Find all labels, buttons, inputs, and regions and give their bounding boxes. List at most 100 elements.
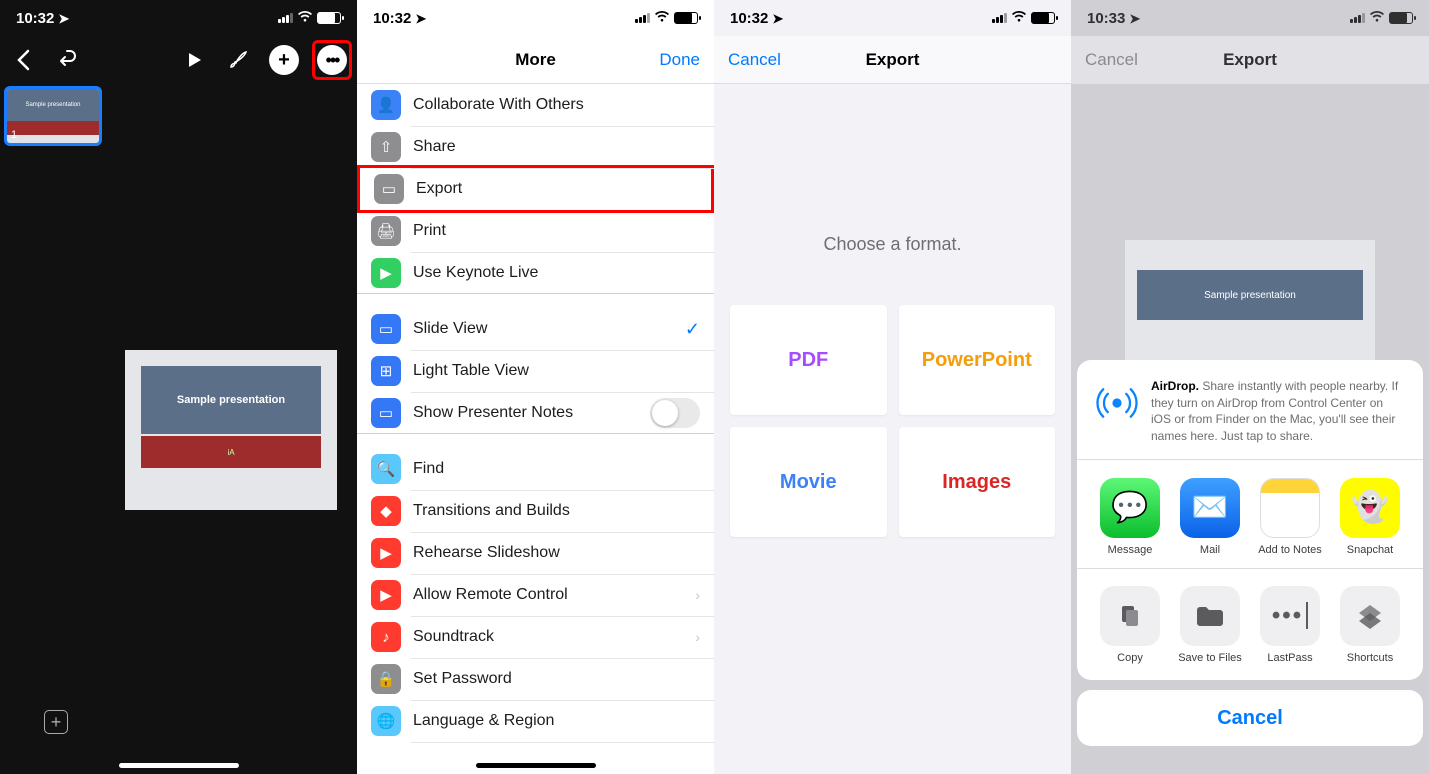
share-actions-row: Copy Save to Files •••LastPass Shortcuts bbox=[1089, 576, 1411, 668]
snapchat-icon: 👻 bbox=[1340, 478, 1400, 538]
format-powerpoint[interactable]: PowerPoint bbox=[899, 305, 1056, 415]
play-icon[interactable] bbox=[181, 47, 207, 73]
brush-icon[interactable] bbox=[225, 47, 251, 73]
light-table-icon: ⊞ bbox=[371, 356, 401, 386]
row-presenter-notes[interactable]: ▭ Show Presenter Notes bbox=[357, 392, 714, 434]
search-icon: 🔍 bbox=[371, 454, 401, 484]
format-pdf[interactable]: PDF bbox=[730, 305, 887, 415]
add-button[interactable]: + bbox=[269, 45, 299, 75]
signal-icon bbox=[278, 13, 293, 23]
keynote-live-icon: ▶ bbox=[371, 258, 401, 288]
share-app-notes[interactable]: Add to Notes bbox=[1255, 478, 1325, 556]
battery-icon bbox=[1031, 12, 1055, 24]
row-soundtrack[interactable]: ♪Soundtrack› bbox=[357, 616, 714, 658]
label-remote: Allow Remote Control bbox=[413, 586, 568, 604]
row-rehearse[interactable]: ▶Rehearse Slideshow bbox=[357, 532, 714, 574]
battery-icon bbox=[317, 12, 341, 24]
action-lastpass[interactable]: •••LastPass bbox=[1255, 586, 1325, 664]
action-save-files[interactable]: Save to Files bbox=[1175, 586, 1245, 664]
rehearse-icon: ▶ bbox=[371, 538, 401, 568]
label-notes: Show Presenter Notes bbox=[413, 404, 573, 422]
row-slide-view[interactable]: ▭Slide View✓ bbox=[357, 308, 714, 350]
location-icon: ➤ bbox=[772, 11, 783, 26]
label-share: Share bbox=[413, 138, 456, 156]
more-button[interactable]: ••• bbox=[317, 45, 347, 75]
signal-icon bbox=[1350, 13, 1365, 23]
presenter-notes-toggle[interactable] bbox=[650, 398, 700, 428]
cancel-button[interactable]: Cancel bbox=[728, 50, 781, 70]
print-icon: 🖨 bbox=[371, 216, 401, 246]
status-time: 10:32 bbox=[16, 10, 54, 27]
status-right bbox=[635, 10, 698, 26]
label-slidev: Slide View bbox=[413, 320, 487, 338]
share-app-message[interactable]: 💬Message bbox=[1095, 478, 1165, 556]
remote-icon: ▶ bbox=[371, 580, 401, 610]
thumb-bottom bbox=[7, 121, 99, 135]
action-shortcuts[interactable]: Shortcuts bbox=[1335, 586, 1405, 664]
label-export: Export bbox=[416, 180, 462, 198]
location-icon: ➤ bbox=[58, 11, 69, 26]
location-icon: ➤ bbox=[1129, 11, 1140, 26]
action-copy[interactable]: Copy bbox=[1095, 586, 1165, 664]
share-sheet: AirDrop. Share instantly with people nea… bbox=[1077, 352, 1423, 774]
airdrop-row[interactable]: AirDrop. Share instantly with people nea… bbox=[1089, 372, 1411, 451]
status-right bbox=[278, 10, 341, 26]
presenter-notes-icon: ▭ bbox=[371, 398, 401, 428]
back-icon[interactable] bbox=[10, 47, 36, 73]
navbar: More Done bbox=[357, 36, 714, 84]
export-icon: ▭ bbox=[374, 174, 404, 204]
nav-title: Export bbox=[1223, 50, 1277, 70]
row-find[interactable]: 🔍Find bbox=[357, 448, 714, 490]
label-collaborate: Collaborate With Others bbox=[413, 96, 584, 114]
row-print[interactable]: 🖨Print bbox=[357, 210, 714, 252]
row-transitions[interactable]: ◆Transitions and Builds bbox=[357, 490, 714, 532]
done-button[interactable]: Done bbox=[659, 50, 700, 70]
shortcuts-icon bbox=[1340, 586, 1400, 646]
message-icon: 💬 bbox=[1100, 478, 1160, 538]
navbar: Cancel Export bbox=[714, 36, 1071, 84]
status-time: 10:32 bbox=[730, 10, 768, 27]
preview-title: Sample presentation bbox=[1137, 270, 1363, 320]
folder-icon bbox=[1180, 586, 1240, 646]
signal-icon bbox=[635, 13, 650, 23]
editor-toolbar: + ••• bbox=[0, 36, 357, 84]
share-app-mail[interactable]: ✉️Mail bbox=[1175, 478, 1245, 556]
format-movie[interactable]: Movie bbox=[730, 427, 887, 537]
wifi-icon bbox=[1369, 10, 1385, 26]
share-app-snapchat[interactable]: 👻Snapchat bbox=[1335, 478, 1405, 556]
row-password[interactable]: 🔒Set Password bbox=[357, 658, 714, 700]
status-right bbox=[1350, 10, 1413, 26]
battery-icon bbox=[674, 12, 698, 24]
canvas-title: Sample presentation bbox=[141, 366, 321, 434]
label-pwd: Set Password bbox=[413, 670, 512, 688]
row-collaborate[interactable]: 👤Collaborate With Others bbox=[357, 84, 714, 126]
slide-thumbnail-1[interactable]: Sample presentation 1 bbox=[4, 86, 102, 146]
share-apps-row: 💬Message ✉️Mail Add to Notes 👻Snapchat bbox=[1089, 468, 1411, 560]
wifi-icon bbox=[297, 10, 313, 26]
row-share[interactable]: ⇧ Share bbox=[357, 126, 714, 168]
row-language[interactable]: 🌐Language & Region bbox=[357, 700, 714, 742]
row-keynote-live[interactable]: ▶Use Keynote Live bbox=[357, 252, 714, 294]
label-trans: Transitions and Builds bbox=[413, 502, 570, 520]
status-right bbox=[992, 10, 1055, 26]
row-remote[interactable]: ▶ Allow Remote Control › bbox=[357, 574, 714, 616]
globe-icon: 🌐 bbox=[371, 706, 401, 736]
row-light-table[interactable]: ⊞Light Table View bbox=[357, 350, 714, 392]
battery-icon bbox=[1389, 12, 1413, 24]
navbar: Cancel Export bbox=[1071, 36, 1429, 84]
thumb-title: Sample presentation bbox=[7, 89, 99, 121]
mail-icon: ✉️ bbox=[1180, 478, 1240, 538]
chevron-right-icon: › bbox=[695, 587, 700, 603]
slide-canvas[interactable]: Sample presentation iA bbox=[125, 350, 337, 510]
undo-icon[interactable] bbox=[54, 47, 80, 73]
format-images[interactable]: Images bbox=[899, 427, 1056, 537]
share-cancel-button[interactable]: Cancel bbox=[1077, 690, 1423, 746]
prompt-text: Choose a format. bbox=[714, 234, 1071, 255]
share-icon: ⇧ bbox=[371, 132, 401, 162]
copy-icon bbox=[1100, 586, 1160, 646]
airdrop-icon bbox=[1095, 378, 1139, 428]
more-button-highlight: ••• bbox=[312, 40, 352, 80]
row-export[interactable]: ▭ Export bbox=[360, 168, 711, 210]
status-bar: 10:33➤ bbox=[1071, 0, 1429, 36]
add-slide-button[interactable]: + bbox=[44, 710, 68, 734]
